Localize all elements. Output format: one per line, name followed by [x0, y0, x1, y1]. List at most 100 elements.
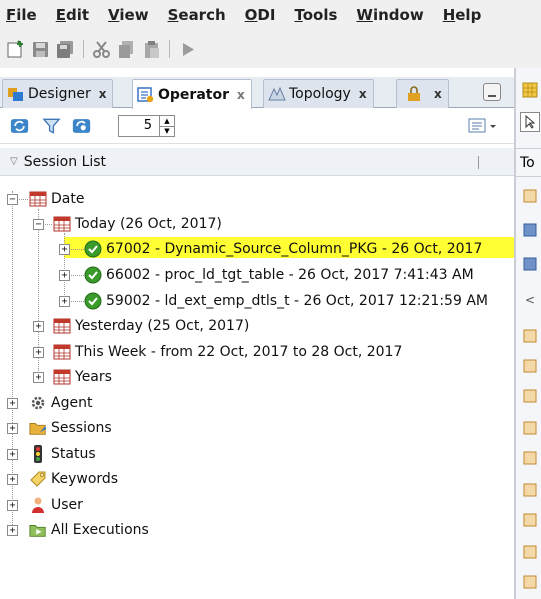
designer-icon	[7, 86, 25, 102]
menu-file[interactable]: File	[6, 6, 37, 24]
tree-node-this-week[interactable]: This Week - from 22 Oct, 2017 to 28 Oct,…	[53, 341, 402, 363]
session-toolbar: 5 ▲ ▼	[0, 108, 514, 144]
menu-bar: File Edit View Search ODI Tools Window H…	[0, 0, 541, 30]
table-icon[interactable]	[520, 254, 540, 274]
gear-icon	[29, 394, 47, 412]
expand-session-toggle[interactable]: +	[59, 244, 70, 255]
odi-studio-window: File Edit View Search ODI Tools Window H…	[0, 0, 541, 599]
session-count-stepper[interactable]: ▲ ▼	[159, 116, 174, 136]
topology-icon	[268, 86, 286, 102]
step-icon[interactable]	[520, 542, 540, 562]
expand-user-toggle[interactable]: +	[7, 500, 18, 511]
cut-icon[interactable]	[92, 40, 111, 59]
main-toolbar	[0, 30, 541, 68]
calendar-icon	[53, 215, 71, 233]
tree-node-today[interactable]: Today (26 Oct, 2017)	[53, 213, 222, 235]
expand-sessions-toggle[interactable]: +	[7, 423, 18, 434]
close-icon[interactable]: x	[99, 87, 107, 101]
traffic-light-icon	[29, 445, 47, 463]
expand-session-toggle[interactable]: +	[59, 296, 70, 307]
column-header-fragment: To	[520, 155, 535, 171]
tree-node-date[interactable]: Date	[29, 188, 84, 210]
menu-odi[interactable]: ODI	[245, 6, 276, 24]
new-icon[interactable]	[6, 39, 25, 59]
step-icon[interactable]	[520, 572, 540, 592]
tree-node-session-59002[interactable]: 59002 - ld_ext_emp_dtls_t - 26 Oct, 2017…	[84, 290, 488, 312]
step-icon[interactable]	[520, 186, 540, 206]
expand-years-toggle[interactable]: +	[33, 372, 44, 383]
save-all-icon[interactable]	[56, 40, 75, 59]
collapse-date-toggle[interactable]: −	[7, 194, 18, 205]
tag-icon	[29, 470, 47, 488]
minimize-button[interactable]	[483, 83, 501, 101]
table-icon[interactable]	[520, 220, 540, 240]
tree-node-session-66002[interactable]: 66002 - proc_ld_tgt_table - 26 Oct, 2017…	[84, 264, 474, 286]
calendar-icon	[29, 190, 47, 208]
menu-view[interactable]: View	[108, 6, 149, 24]
menu-tools[interactable]: Tools	[294, 6, 337, 24]
copy-icon[interactable]	[117, 40, 136, 59]
tab-operator[interactable]: Operator x	[132, 79, 252, 109]
step-icon[interactable]	[520, 418, 540, 438]
tab-designer[interactable]: Designer x	[2, 79, 114, 108]
menu-edit[interactable]: Edit	[56, 6, 89, 24]
tree-node-sessions[interactable]: Sessions	[29, 417, 112, 439]
tree-node-user[interactable]: User	[29, 494, 83, 516]
session-tree: − − + + + + + + + + + + + + Date Today (…	[0, 177, 514, 599]
chevron-down-icon[interactable]: ▼	[160, 125, 174, 137]
expand-this-week-toggle[interactable]: +	[33, 347, 44, 358]
menu-search[interactable]: Search	[168, 6, 226, 24]
tree-node-keywords[interactable]: Keywords	[29, 468, 118, 490]
close-icon[interactable]: x	[434, 87, 442, 101]
operator-icon	[137, 86, 155, 103]
collapse-triangle-icon: ▽	[10, 156, 18, 167]
grid-icon[interactable]	[520, 80, 540, 100]
tree-node-all-executions[interactable]: All Executions	[29, 519, 149, 541]
auto-refresh-icon[interactable]	[72, 116, 91, 135]
filter-icon[interactable]	[42, 116, 61, 135]
collapse-today-toggle[interactable]: −	[33, 219, 44, 230]
step-icon[interactable]	[520, 510, 540, 530]
success-check-icon	[84, 292, 102, 310]
expand-keywords-toggle[interactable]: +	[7, 474, 18, 485]
chevron-left-icon[interactable]: <	[520, 290, 540, 310]
step-icon[interactable]	[520, 326, 540, 346]
tree-node-session-67002[interactable]: 67002 - Dynamic_Source_Column_PKG - 26 O…	[84, 238, 482, 260]
pane-divider	[516, 148, 541, 149]
session-list-header[interactable]: ▽ Session List	[0, 148, 514, 176]
close-icon[interactable]: x	[237, 88, 245, 102]
expand-session-toggle[interactable]: +	[59, 270, 70, 281]
calendar-icon	[53, 317, 71, 335]
tab-topology[interactable]: Topology x	[263, 79, 374, 108]
tree-node-years[interactable]: Years	[53, 366, 112, 388]
run-icon[interactable]	[178, 40, 197, 59]
expand-status-toggle[interactable]: +	[7, 449, 18, 460]
security-icon	[405, 86, 423, 102]
paste-icon[interactable]	[142, 40, 161, 59]
toolbar-separator	[83, 40, 84, 58]
expand-all-executions-toggle[interactable]: +	[7, 525, 18, 536]
expand-yesterday-toggle[interactable]: +	[33, 321, 44, 332]
tree-node-status[interactable]: Status	[29, 443, 96, 465]
menu-help[interactable]: Help	[443, 6, 482, 24]
calendar-icon	[53, 368, 71, 386]
view-options-icon[interactable]	[467, 116, 499, 135]
close-icon[interactable]: x	[359, 87, 367, 101]
step-icon[interactable]	[520, 356, 540, 376]
tree-node-agent[interactable]: Agent	[29, 392, 92, 414]
folder-icon	[29, 419, 47, 437]
chevron-up-icon[interactable]: ▲	[160, 116, 174, 126]
step-icon[interactable]	[520, 448, 540, 468]
save-icon[interactable]	[31, 40, 50, 59]
tree-node-yesterday[interactable]: Yesterday (25 Oct, 2017)	[53, 315, 249, 337]
tab-security[interactable]: x	[396, 79, 449, 108]
expand-agent-toggle[interactable]: +	[7, 398, 18, 409]
menu-window[interactable]: Window	[356, 6, 423, 24]
editor-pane-partial: To <	[514, 68, 541, 599]
toolbar-separator	[169, 40, 170, 58]
step-icon[interactable]	[520, 386, 540, 406]
navigator-tabs: Designer x Operator x Topology x x	[0, 77, 514, 109]
pointer-icon[interactable]	[520, 112, 540, 132]
step-icon[interactable]	[520, 480, 540, 500]
refresh-icon[interactable]	[10, 116, 29, 135]
